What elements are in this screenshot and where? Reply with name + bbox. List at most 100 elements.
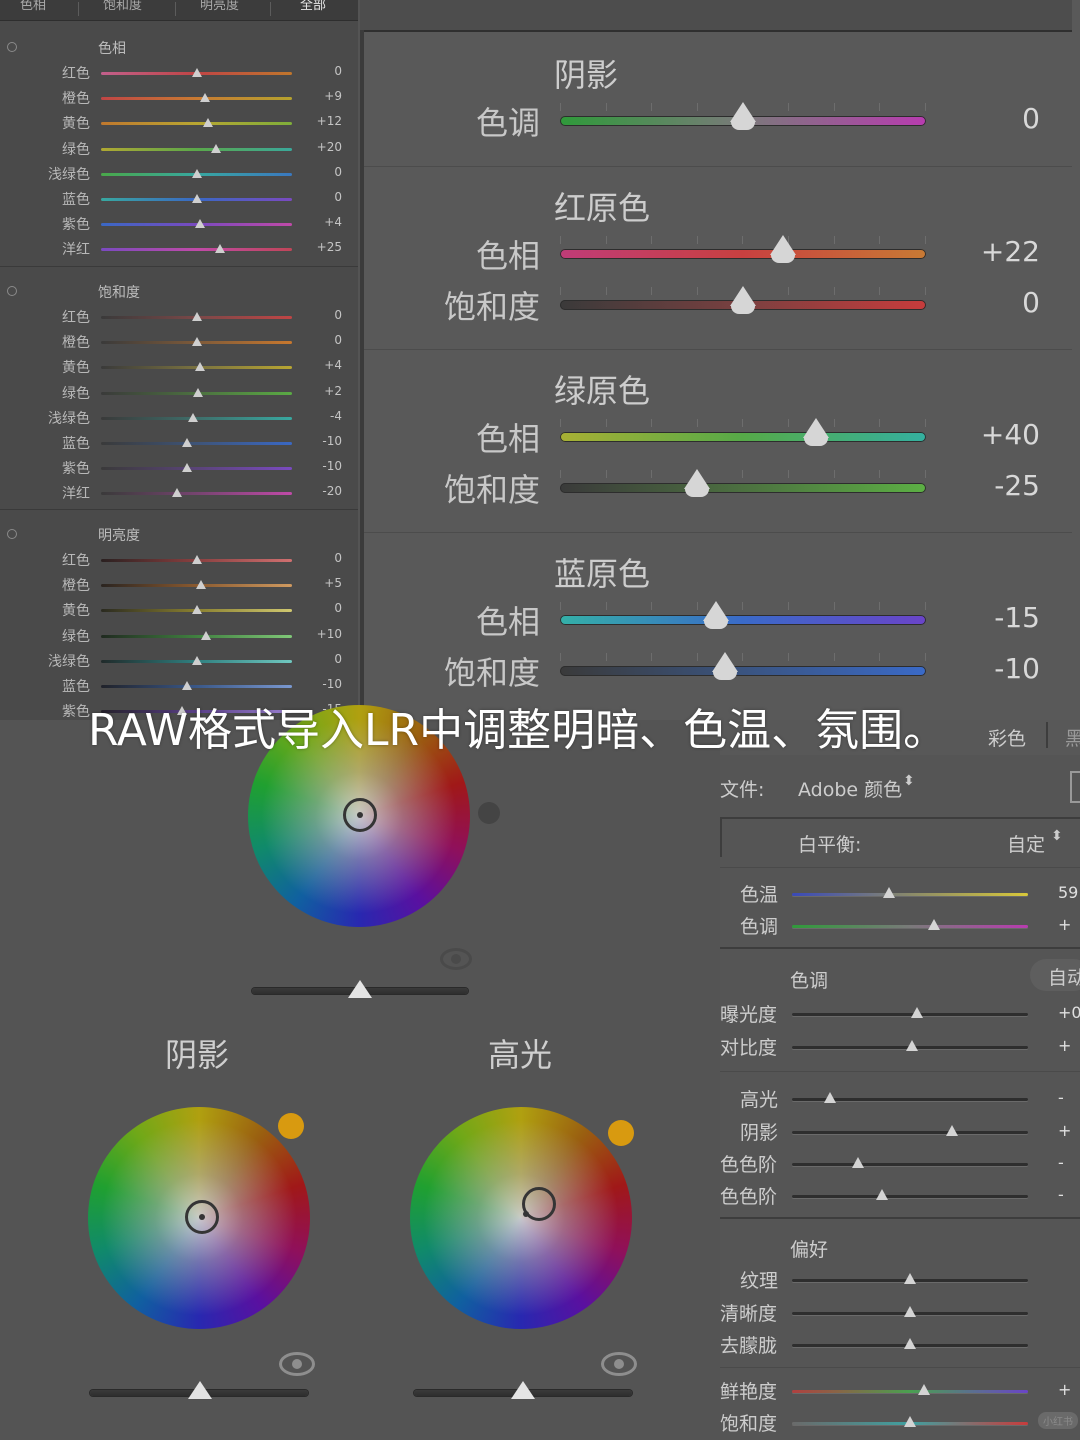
section-toggle-icon[interactable] (7, 529, 17, 539)
hsl-slider-track[interactable] (101, 492, 292, 496)
hsl-slider-thumb[interactable] (191, 194, 202, 203)
calibration-slider-thumb[interactable] (730, 286, 756, 306)
eye-icon[interactable] (601, 1352, 637, 1376)
hsl-slider-track[interactable] (101, 97, 292, 101)
basic-slider-thumb[interactable] (911, 1007, 924, 1018)
basic-slider-thumb[interactable] (946, 1125, 959, 1136)
hsl-slider-thumb[interactable] (181, 463, 192, 473)
basic-slider-thumb[interactable] (823, 1092, 836, 1103)
basic-slider-track[interactable] (792, 925, 1028, 928)
eye-icon[interactable] (279, 1352, 315, 1376)
hsl-slider-thumb[interactable] (193, 387, 204, 397)
basic-slider-thumb[interactable] (918, 1384, 931, 1395)
hsl-slider-track[interactable] (101, 122, 292, 126)
calibration-slider-thumb[interactable] (730, 102, 756, 122)
hsl-slider-thumb[interactable] (191, 168, 202, 178)
hsl-row-value: 0 (334, 64, 342, 78)
hsl-slider-thumb[interactable] (210, 143, 221, 153)
hsl-slider-track[interactable] (101, 685, 292, 688)
hsl-row-label: 橙色 (62, 91, 90, 108)
basic-slider-track[interactable] (792, 1390, 1028, 1393)
profile-browser-icon[interactable] (1070, 771, 1080, 803)
hsl-slider-thumb[interactable] (191, 68, 202, 77)
basic-slider-thumb[interactable] (904, 1273, 916, 1284)
hsl-slider-thumb[interactable] (201, 630, 212, 640)
calibration-slider-track[interactable] (560, 666, 926, 676)
calibration-slider-track[interactable] (560, 249, 926, 259)
calibration-slider-track[interactable] (560, 615, 926, 625)
hsl-slider-track[interactable] (101, 634, 292, 638)
hsl-slider-track[interactable] (101, 467, 292, 471)
wheel-handle[interactable] (522, 1187, 556, 1221)
shadows-wheel-title: 阴影 (165, 1036, 230, 1074)
calibration-slider-thumb[interactable] (702, 601, 729, 621)
treatment-bw-button[interactable]: 黑 (1065, 724, 1080, 751)
hsl-slider-thumb[interactable] (181, 681, 192, 690)
section-toggle-icon[interactable] (7, 286, 17, 296)
basic-slider-thumb[interactable] (927, 919, 940, 930)
shadows-color-wheel[interactable] (88, 1107, 310, 1329)
hsl-slider-track[interactable] (101, 147, 292, 151)
shadows-luminance-thumb[interactable] (188, 1381, 212, 1399)
hsl-slider-thumb[interactable] (195, 219, 206, 229)
basic-slider-thumb[interactable] (852, 1157, 865, 1168)
calibration-slider-thumb[interactable] (711, 652, 738, 672)
hsl-slider-thumb[interactable] (202, 118, 213, 128)
basic-slider-thumb[interactable] (875, 1189, 888, 1200)
divider (1046, 722, 1048, 748)
hsl-slider-thumb[interactable] (181, 438, 192, 447)
shadows-hue-dot[interactable] (278, 1113, 304, 1139)
wheel-center-shade (410, 1107, 632, 1329)
highlights-hue-dot[interactable] (608, 1120, 634, 1146)
calibration-slider-thumb[interactable] (803, 418, 830, 438)
calibration-slider-track[interactable] (560, 432, 926, 442)
midtones-hue-dot[interactable] (478, 802, 500, 824)
basic-slider-thumb[interactable] (904, 1416, 916, 1427)
treatment-color-button[interactable]: 彩色 (988, 724, 1026, 751)
eye-icon[interactable] (440, 948, 472, 970)
basic-slider-thumb[interactable] (906, 1040, 919, 1051)
hsl-row-value: +5 (324, 576, 342, 591)
hsl-slider-thumb[interactable] (172, 488, 183, 498)
tab-all[interactable]: 全部 (300, 0, 326, 13)
tab-luminance[interactable]: 明亮度 (200, 0, 239, 13)
profile-dropdown[interactable]: Adobe 颜色 (798, 775, 902, 802)
highlights-luminance-thumb[interactable] (511, 1381, 535, 1399)
hsl-slider-thumb[interactable] (195, 362, 206, 372)
basic-slider-thumb[interactable] (882, 887, 895, 898)
basic-slider-track[interactable] (792, 1013, 1028, 1016)
white-balance-dropdown[interactable]: 自定 (1007, 830, 1045, 857)
hsl-slider-track[interactable] (101, 442, 292, 445)
hsl-slider-thumb[interactable] (191, 605, 202, 615)
tab-hue[interactable]: 色相 (20, 0, 46, 13)
hsl-slider-track[interactable] (101, 248, 292, 252)
hsl-slider-thumb[interactable] (191, 312, 202, 321)
highlights-color-wheel[interactable] (410, 1107, 632, 1329)
tab-saturation[interactable]: 饱和度 (103, 0, 142, 13)
basic-slider-track[interactable] (792, 1131, 1028, 1134)
slider-tick (788, 419, 789, 427)
hsl-slider-thumb[interactable] (200, 93, 211, 103)
calibration-slider-track[interactable] (560, 483, 926, 493)
calibration-slider-thumb-base (771, 255, 796, 263)
hsl-slider-thumb[interactable] (191, 337, 202, 347)
wheel-handle[interactable] (185, 1200, 219, 1234)
basic-slider-track[interactable] (792, 1163, 1028, 1166)
slider-tick (651, 653, 653, 661)
basic-slider-value: +0. (1058, 1003, 1080, 1022)
hsl-slider-thumb[interactable] (191, 655, 202, 665)
basic-slider-track[interactable] (792, 1195, 1028, 1198)
hsl-slider-thumb[interactable] (191, 555, 202, 564)
basic-slider-track[interactable] (792, 893, 1028, 896)
midtones-luminance-thumb[interactable] (348, 980, 372, 998)
auto-button[interactable]: 自动 (1030, 959, 1080, 991)
calibration-slider-thumb[interactable] (770, 235, 797, 255)
basic-slider-thumb[interactable] (904, 1306, 916, 1317)
basic-slider-thumb[interactable] (904, 1338, 916, 1349)
hsl-slider-thumb[interactable] (196, 580, 207, 590)
hsl-slider-thumb[interactable] (215, 244, 226, 254)
calibration-slider-thumb[interactable] (684, 469, 711, 489)
section-toggle-icon[interactable] (7, 42, 17, 52)
hsl-slider-thumb[interactable] (187, 412, 198, 422)
wheel-handle[interactable] (343, 798, 377, 832)
